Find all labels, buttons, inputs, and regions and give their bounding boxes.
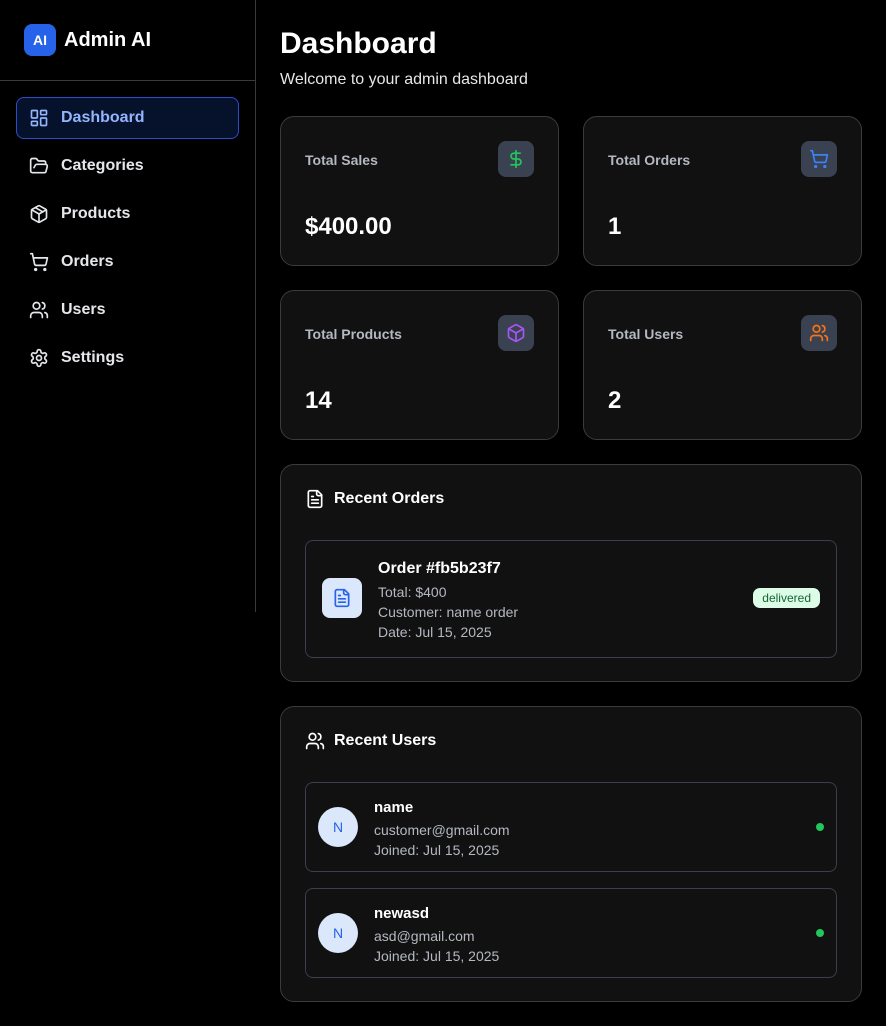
order-customer: Customer: name order <box>378 604 519 620</box>
user-email: customer@gmail.com <box>374 822 510 838</box>
cart-icon <box>29 252 49 272</box>
cart-icon <box>809 149 829 169</box>
order-date: Date: Jul 15, 2025 <box>378 624 492 640</box>
user-name: newasd <box>374 905 430 922</box>
order-total: Total: $400 <box>378 584 447 600</box>
sidebar-item-label: Dashboard <box>61 109 145 126</box>
brand-logo: AI <box>24 24 56 56</box>
online-status-dot <box>816 823 824 831</box>
user-name: name <box>374 799 414 816</box>
gear-icon <box>30 348 48 368</box>
dollar-icon <box>510 149 522 169</box>
sidebar-item-label: Settings <box>61 349 125 366</box>
dashboard-icon <box>30 109 48 127</box>
document-icon <box>307 489 323 509</box>
stat-icon-box <box>498 141 534 177</box>
user-joined: Joined: Jul 15, 2025 <box>374 842 500 858</box>
sidebar-item-settings[interactable]: Settings <box>16 337 239 379</box>
stat-label: Total Orders <box>608 152 691 168</box>
brand-name: Admin AI <box>64 28 152 51</box>
sidebar-item-products[interactable]: Products <box>16 193 239 235</box>
sidebar-item-dashboard[interactable]: Dashboard <box>16 97 239 139</box>
stat-card-total-users: Total Users 2 <box>583 290 862 440</box>
users-icon <box>809 324 829 342</box>
document-icon <box>334 588 350 608</box>
page-title: Dashboard <box>280 27 437 60</box>
sidebar-item-orders[interactable]: Orders <box>16 241 239 283</box>
stat-card-total-products: Total Products 14 <box>280 290 559 440</box>
stat-card-total-orders: Total Orders 1 <box>583 116 862 266</box>
user-item[interactable]: N name customer@gmail.com Joined: Jul 15… <box>305 782 837 872</box>
order-title: Order #fb5b23f7 <box>378 560 501 577</box>
stat-icon-box <box>801 315 837 351</box>
page-subtitle: Welcome to your admin dashboard <box>280 71 528 88</box>
user-email: asd@gmail.com <box>374 928 475 944</box>
recent-orders-card: Recent Orders Order #fb5b23f7 Total: $40… <box>280 464 862 682</box>
order-item[interactable]: Order #fb5b23f7 Total: $400 Customer: na… <box>305 540 837 658</box>
stat-label: Total Sales <box>305 152 378 168</box>
users-icon <box>305 732 325 750</box>
section-header: Recent Orders <box>305 489 444 509</box>
box-icon <box>30 204 48 224</box>
section-title: Recent Users <box>334 732 437 749</box>
box-icon <box>507 323 525 343</box>
sidebar-item-categories[interactable]: Categories <box>16 145 239 187</box>
sidebar: AI Admin AI Dashboard Categories Product… <box>0 0 256 612</box>
recent-users-card: Recent Users N name customer@gmail.com J… <box>280 706 862 1002</box>
folder-icon <box>29 157 49 174</box>
order-icon-box <box>322 578 362 618</box>
online-status-dot <box>816 929 824 937</box>
stat-value: 14 <box>305 387 332 414</box>
stat-value: $400.00 <box>305 213 392 240</box>
brand[interactable]: AI Admin AI <box>0 0 255 81</box>
user-joined: Joined: Jul 15, 2025 <box>374 948 500 964</box>
stat-card-total-sales: Total Sales $400.00 <box>280 116 559 266</box>
avatar: N <box>318 807 358 847</box>
sidebar-item-label: Users <box>61 301 106 318</box>
sidebar-nav: Dashboard Categories Products Orders Use… <box>0 81 255 401</box>
stat-icon-box <box>801 141 837 177</box>
stat-value: 1 <box>608 213 622 240</box>
sidebar-item-users[interactable]: Users <box>16 289 239 331</box>
section-header: Recent Users <box>305 731 436 751</box>
sidebar-item-label: Categories <box>61 157 144 174</box>
section-title: Recent Orders <box>334 490 445 507</box>
status-badge: delivered <box>753 588 820 608</box>
sidebar-item-label: Products <box>61 205 131 222</box>
avatar: N <box>318 913 358 953</box>
stat-value: 2 <box>608 387 622 414</box>
users-icon <box>29 301 49 319</box>
sidebar-item-label: Orders <box>61 253 114 270</box>
stat-icon-box <box>498 315 534 351</box>
user-item[interactable]: N newasd asd@gmail.com Joined: Jul 15, 2… <box>305 888 837 978</box>
stat-label: Total Products <box>305 326 402 342</box>
stat-label: Total Users <box>608 326 684 342</box>
